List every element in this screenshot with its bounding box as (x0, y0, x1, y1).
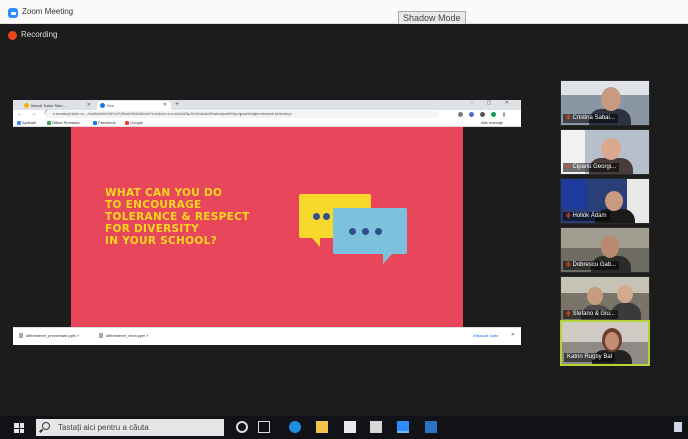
taskbar-search-box[interactable]: Tastați aici pentru a căuta (36, 419, 224, 436)
participant-head (605, 332, 619, 350)
zoom-app-icon (8, 8, 18, 18)
extension-icon[interactable] (458, 112, 463, 117)
search-placeholder: Tastați aici pentru a căuta (58, 423, 149, 432)
extension-icon[interactable] (480, 112, 485, 117)
participant-tile[interactable]: ɸ Dobrescu Gab... (560, 227, 650, 273)
participant-name: ɸ Hollók Ádám (563, 212, 610, 221)
recording-label: Recording (21, 30, 58, 39)
window-title: Zoom Meeting (22, 7, 74, 16)
file-explorer-icon[interactable] (316, 421, 328, 433)
tab-close-icon[interactable]: ✕ (163, 102, 167, 108)
tab-label: Ileană Tudor Stan... (31, 103, 66, 108)
browser-menu-icon[interactable] (503, 112, 505, 117)
extension-icon[interactable] (469, 112, 474, 117)
cortana-icon[interactable] (236, 421, 248, 433)
search-icon (42, 422, 50, 430)
download-item[interactable]: diferentiere_elevi.pptx ˄ (99, 333, 149, 338)
slide-question: WHAT CAN YOU DO TO ENCOURAGE TOLERANCE &… (105, 187, 285, 247)
task-view-icon[interactable] (258, 421, 270, 433)
shared-screen: Ileană Tudor Stan... ✕ Xxx ✕ + – ▢ ✕ ← →… (13, 100, 521, 345)
participant-tile-active-speaker[interactable]: Katrin Rugby Bal (560, 320, 650, 366)
tab-favicon-icon (24, 103, 29, 108)
bubble-dot (362, 228, 369, 235)
participant-name: ɸ Cipariu Georgi... (563, 163, 620, 172)
mic-muted-icon: ɸ (566, 213, 571, 219)
downloads-close-icon[interactable]: ✕ (511, 332, 515, 338)
show-all-downloads-link[interactable]: Afișează toate (473, 333, 498, 338)
speech-bubble-tail (311, 237, 320, 247)
slide-question-line: WHAT CAN YOU DO (105, 187, 223, 199)
other-bookmarks[interactable]: Alte marcaje (481, 120, 503, 125)
address-bar[interactable]: a amusicipi.slide.ro/..../s/a/6kd/Hmt%/E… (45, 111, 439, 118)
browser-window-controls[interactable]: – ▢ ✕ (471, 100, 515, 106)
speech-bubble-tail (383, 253, 393, 264)
outlook-icon[interactable] (425, 421, 437, 433)
eu-flag-background (561, 179, 587, 209)
new-tab-button[interactable]: + (175, 101, 179, 108)
slide-question-line: TO ENCOURAGE (105, 199, 202, 211)
tab-close-icon[interactable]: ✕ (87, 102, 91, 108)
downloads-bar: diferentiere_prezentare.pptx ˄ diferenti… (13, 327, 521, 345)
shadow-mode-button[interactable]: Shadow Mode (398, 11, 466, 25)
notification-icon[interactable] (674, 422, 682, 432)
participant-head (617, 285, 633, 303)
recording-icon (8, 31, 17, 40)
apps-icon (17, 120, 21, 125)
edge-icon[interactable] (289, 421, 301, 433)
browser-tab[interactable]: Ileană Tudor Stan... ✕ (21, 101, 95, 110)
participant-head (601, 87, 621, 111)
google-icon (125, 120, 129, 125)
participant-tile[interactable]: ɸ Cipariu Georgi... (560, 129, 650, 175)
participant-name: ɸ Stefano & Giu... (563, 310, 618, 319)
store-icon[interactable] (344, 421, 356, 433)
mail-icon[interactable] (370, 421, 382, 433)
windows-taskbar: Tastați aici pentru a căuta (0, 416, 688, 439)
participant-name: ɸ Dobrescu Gab... (563, 261, 620, 270)
bubble-dot (313, 213, 320, 220)
bookmark-item[interactable]: Facebook (93, 120, 116, 125)
window-titlebar: Zoom Meeting Shadow Mode (0, 0, 688, 25)
participant-name: Katrin Rugby Bal (564, 353, 616, 362)
participant-head (605, 191, 623, 211)
slide-question-line: IN YOUR SCHOOL? (105, 235, 217, 247)
bubble-dot (323, 213, 330, 220)
tab-favicon-icon (100, 103, 105, 108)
slide-question-line: TOLERANCE & RESPECT (105, 211, 250, 223)
mic-muted-icon: ɸ (566, 164, 571, 170)
bookmark-item[interactable]: Google (125, 120, 143, 125)
participant-head (601, 138, 621, 160)
mic-muted-icon: ɸ (566, 262, 571, 268)
facebook-icon (93, 120, 97, 125)
windows-start-icon[interactable] (14, 423, 24, 433)
file-icon (19, 333, 23, 338)
video-background (561, 277, 649, 293)
participant-tile[interactable]: ɸ Stefano & Giu... (560, 276, 650, 322)
browser-toolbar: ← → C a amusicipi.slide.ro/..../s/a/6kd/… (13, 110, 521, 119)
zoom-icon[interactable] (397, 421, 409, 433)
participant-tile[interactable]: ɸ Cristina Sabai... (560, 80, 650, 126)
bookmark-item[interactable]: Aplicații (17, 120, 36, 125)
mic-muted-icon: ɸ (566, 311, 571, 317)
browser-tab-active[interactable]: Xxx ✕ (97, 101, 171, 110)
participant-name: ɸ Cristina Sabai... (563, 114, 618, 123)
download-item[interactable]: diferentiere_prezentare.pptx ˄ (19, 333, 79, 338)
speech-bubble-blue (333, 208, 407, 254)
participant-tile[interactable]: ɸ Hollók Ádám (560, 178, 650, 224)
participant-head (601, 236, 619, 258)
browser-content: WHAT CAN YOU DO TO ENCOURAGE TOLERANCE &… (13, 127, 521, 327)
participant-head (587, 287, 603, 305)
bookmark-item[interactable]: Office Romania (47, 120, 80, 125)
mic-muted-icon: ɸ (566, 115, 571, 121)
presentation-slide: WHAT CAN YOU DO TO ENCOURAGE TOLERANCE &… (71, 127, 463, 327)
bubble-dot (375, 228, 382, 235)
bubble-dot (349, 228, 356, 235)
browser-tab-strip: Ileană Tudor Stan... ✕ Xxx ✕ + – ▢ ✕ (13, 100, 521, 110)
slide-question-line: FOR DIVERSITY (105, 223, 199, 235)
bookmarks-bar: Aplicații Office Romania Facebook Google… (13, 119, 521, 127)
meeting-area: Recording Ileană Tudor Stan... ✕ Xxx ✕ +… (0, 24, 688, 416)
tab-label: Xxx (107, 103, 114, 108)
file-icon (99, 333, 103, 338)
bookmark-icon (47, 120, 51, 125)
profile-avatar-icon[interactable] (491, 112, 496, 117)
